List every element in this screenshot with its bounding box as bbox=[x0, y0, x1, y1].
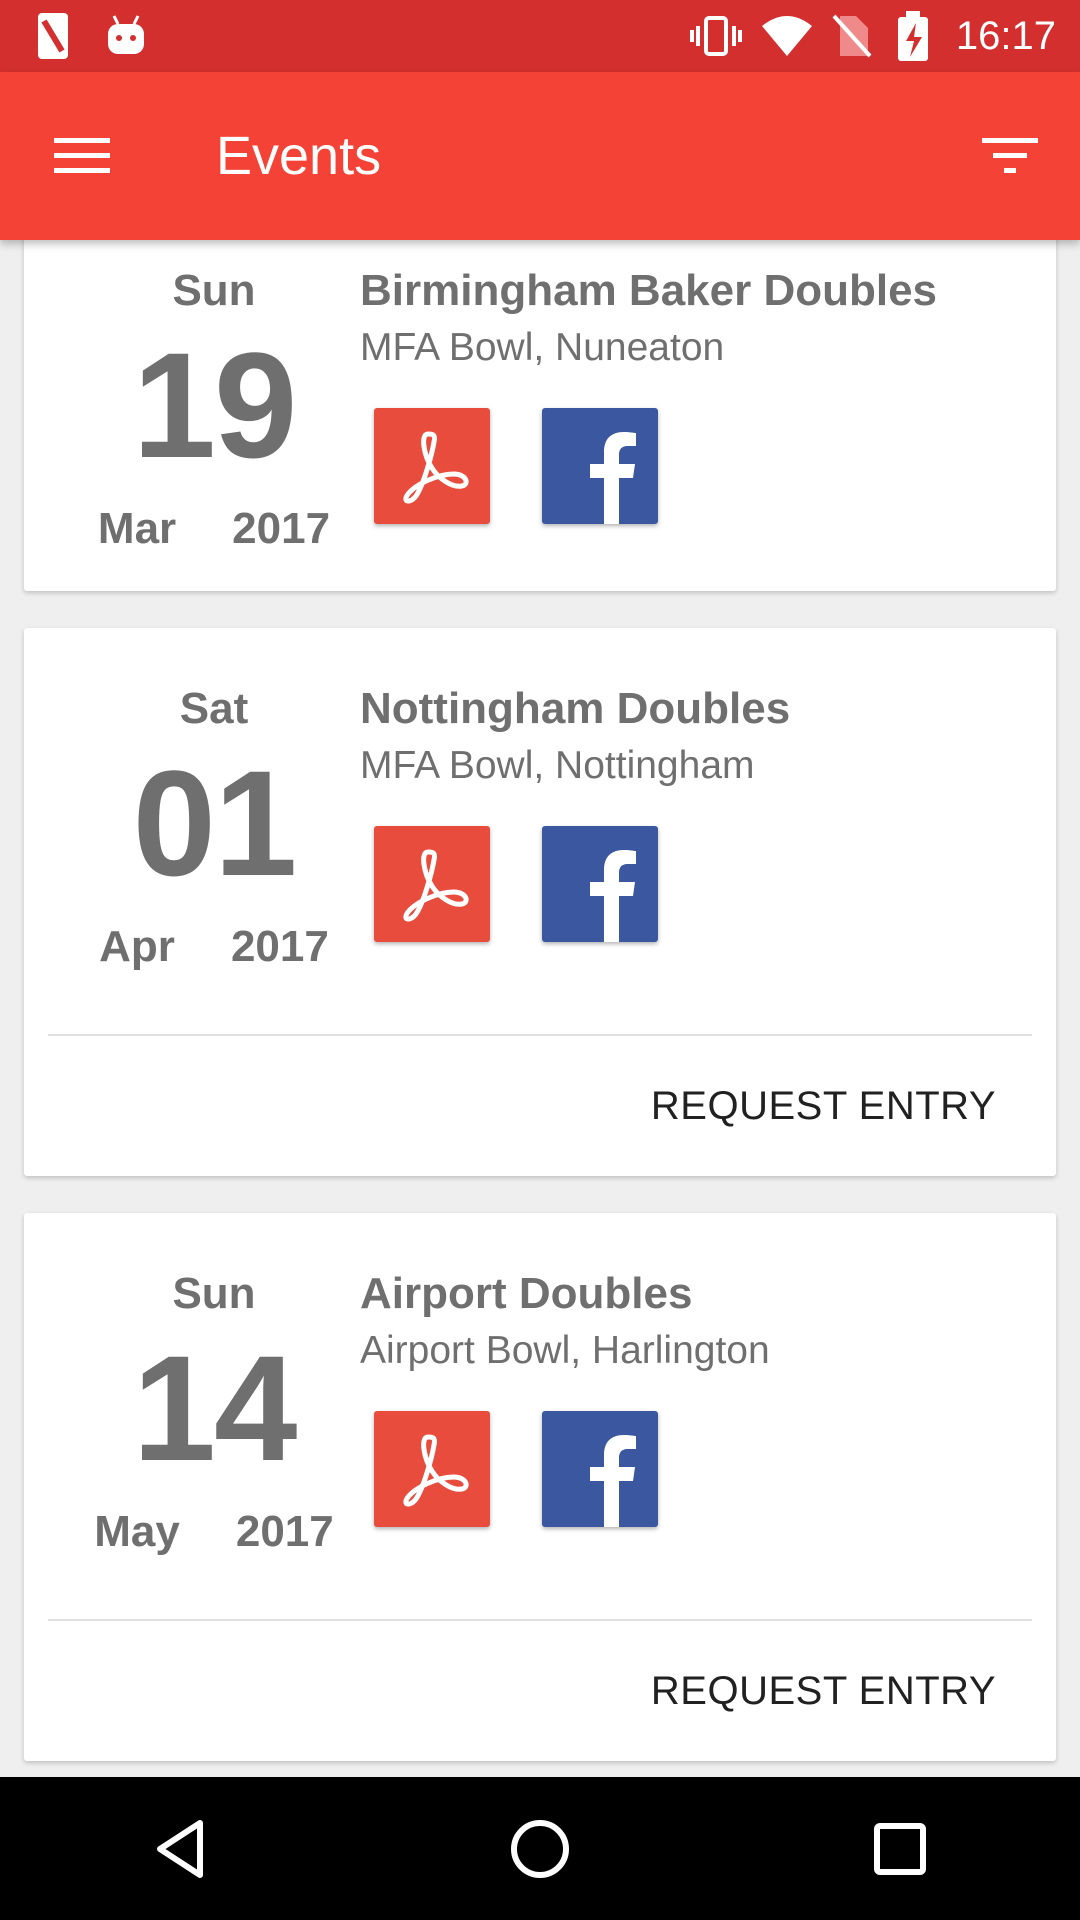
wifi-icon bbox=[760, 0, 814, 72]
menu-icon[interactable] bbox=[40, 116, 124, 196]
event-info: Nottingham Doubles MFA Bowl, Nottingham bbox=[360, 684, 1040, 942]
event-date: Sun 14 May 2017 bbox=[64, 1269, 364, 1557]
request-entry-button[interactable]: REQUEST ENTRY bbox=[651, 1084, 996, 1129]
event-links bbox=[374, 1411, 1040, 1527]
event-list[interactable]: Sun 19 Mar 2017 Birmingham Baker Doubles… bbox=[0, 240, 1080, 1777]
home-icon[interactable] bbox=[480, 1789, 600, 1909]
event-name: Birmingham Baker Doubles bbox=[360, 266, 938, 315]
request-entry-button[interactable]: REQUEST ENTRY bbox=[651, 1669, 996, 1714]
event-day: 01 bbox=[132, 739, 298, 907]
card-divider bbox=[48, 1619, 1032, 1621]
back-icon[interactable] bbox=[120, 1789, 240, 1909]
event-links bbox=[374, 408, 1040, 524]
card-divider bbox=[48, 1034, 1032, 1036]
no-sim-icon bbox=[830, 0, 874, 72]
event-card[interactable]: Sat 01 Apr 2017 Nottingham Doubles MFA B… bbox=[24, 628, 1056, 1176]
event-day: 14 bbox=[132, 1324, 298, 1492]
pdf-icon[interactable] bbox=[374, 1411, 490, 1527]
event-year: 2017 bbox=[235, 1507, 334, 1556]
event-year: 2017 bbox=[230, 922, 329, 971]
sim-card-icon bbox=[36, 0, 70, 72]
recents-icon[interactable] bbox=[840, 1789, 960, 1909]
filter-icon[interactable] bbox=[968, 116, 1052, 196]
event-weekday: Sun bbox=[172, 1269, 256, 1318]
event-name: Nottingham Doubles bbox=[360, 684, 791, 733]
status-bar: 16:17 bbox=[0, 0, 1080, 72]
event-venue: Airport Bowl, Harlington bbox=[360, 1329, 770, 1372]
battery-charging-icon bbox=[896, 0, 930, 72]
event-venue: MFA Bowl, Nottingham bbox=[360, 744, 755, 787]
event-month: Apr bbox=[99, 922, 175, 971]
vibrate-icon bbox=[688, 0, 744, 72]
event-card[interactable]: Sun 19 Mar 2017 Birmingham Baker Doubles… bbox=[24, 240, 1056, 591]
facebook-icon[interactable] bbox=[542, 826, 658, 942]
event-day: 19 bbox=[132, 321, 298, 489]
pdf-icon[interactable] bbox=[374, 826, 490, 942]
event-month-year: Mar 2017 bbox=[64, 504, 364, 554]
event-venue: MFA Bowl, Nuneaton bbox=[360, 326, 725, 369]
event-month-year: Apr 2017 bbox=[64, 922, 364, 972]
clock: 16:17 bbox=[955, 14, 1056, 58]
navigation-bar bbox=[0, 1777, 1080, 1920]
event-month-year: May 2017 bbox=[64, 1507, 364, 1557]
event-weekday: Sat bbox=[179, 684, 249, 733]
event-year: 2017 bbox=[232, 504, 331, 553]
facebook-icon[interactable] bbox=[542, 408, 658, 524]
event-card[interactable]: Sun 14 May 2017 Airport Doubles Airport … bbox=[24, 1213, 1056, 1761]
event-info: Birmingham Baker Doubles MFA Bowl, Nunea… bbox=[360, 266, 1040, 524]
event-info: Airport Doubles Airport Bowl, Harlington bbox=[360, 1269, 1040, 1527]
facebook-icon[interactable] bbox=[542, 1411, 658, 1527]
event-date: Sun 19 Mar 2017 bbox=[64, 266, 364, 554]
event-month: May bbox=[94, 1507, 180, 1556]
pdf-icon[interactable] bbox=[374, 408, 490, 524]
event-links bbox=[374, 826, 1040, 942]
app-bar: Events bbox=[0, 72, 1080, 240]
event-month: Mar bbox=[97, 504, 177, 553]
event-weekday: Sun bbox=[172, 266, 256, 315]
event-name: Airport Doubles bbox=[360, 1269, 693, 1318]
event-date: Sat 01 Apr 2017 bbox=[64, 684, 364, 972]
page-title: Events bbox=[216, 126, 382, 186]
android-icon bbox=[106, 0, 146, 72]
